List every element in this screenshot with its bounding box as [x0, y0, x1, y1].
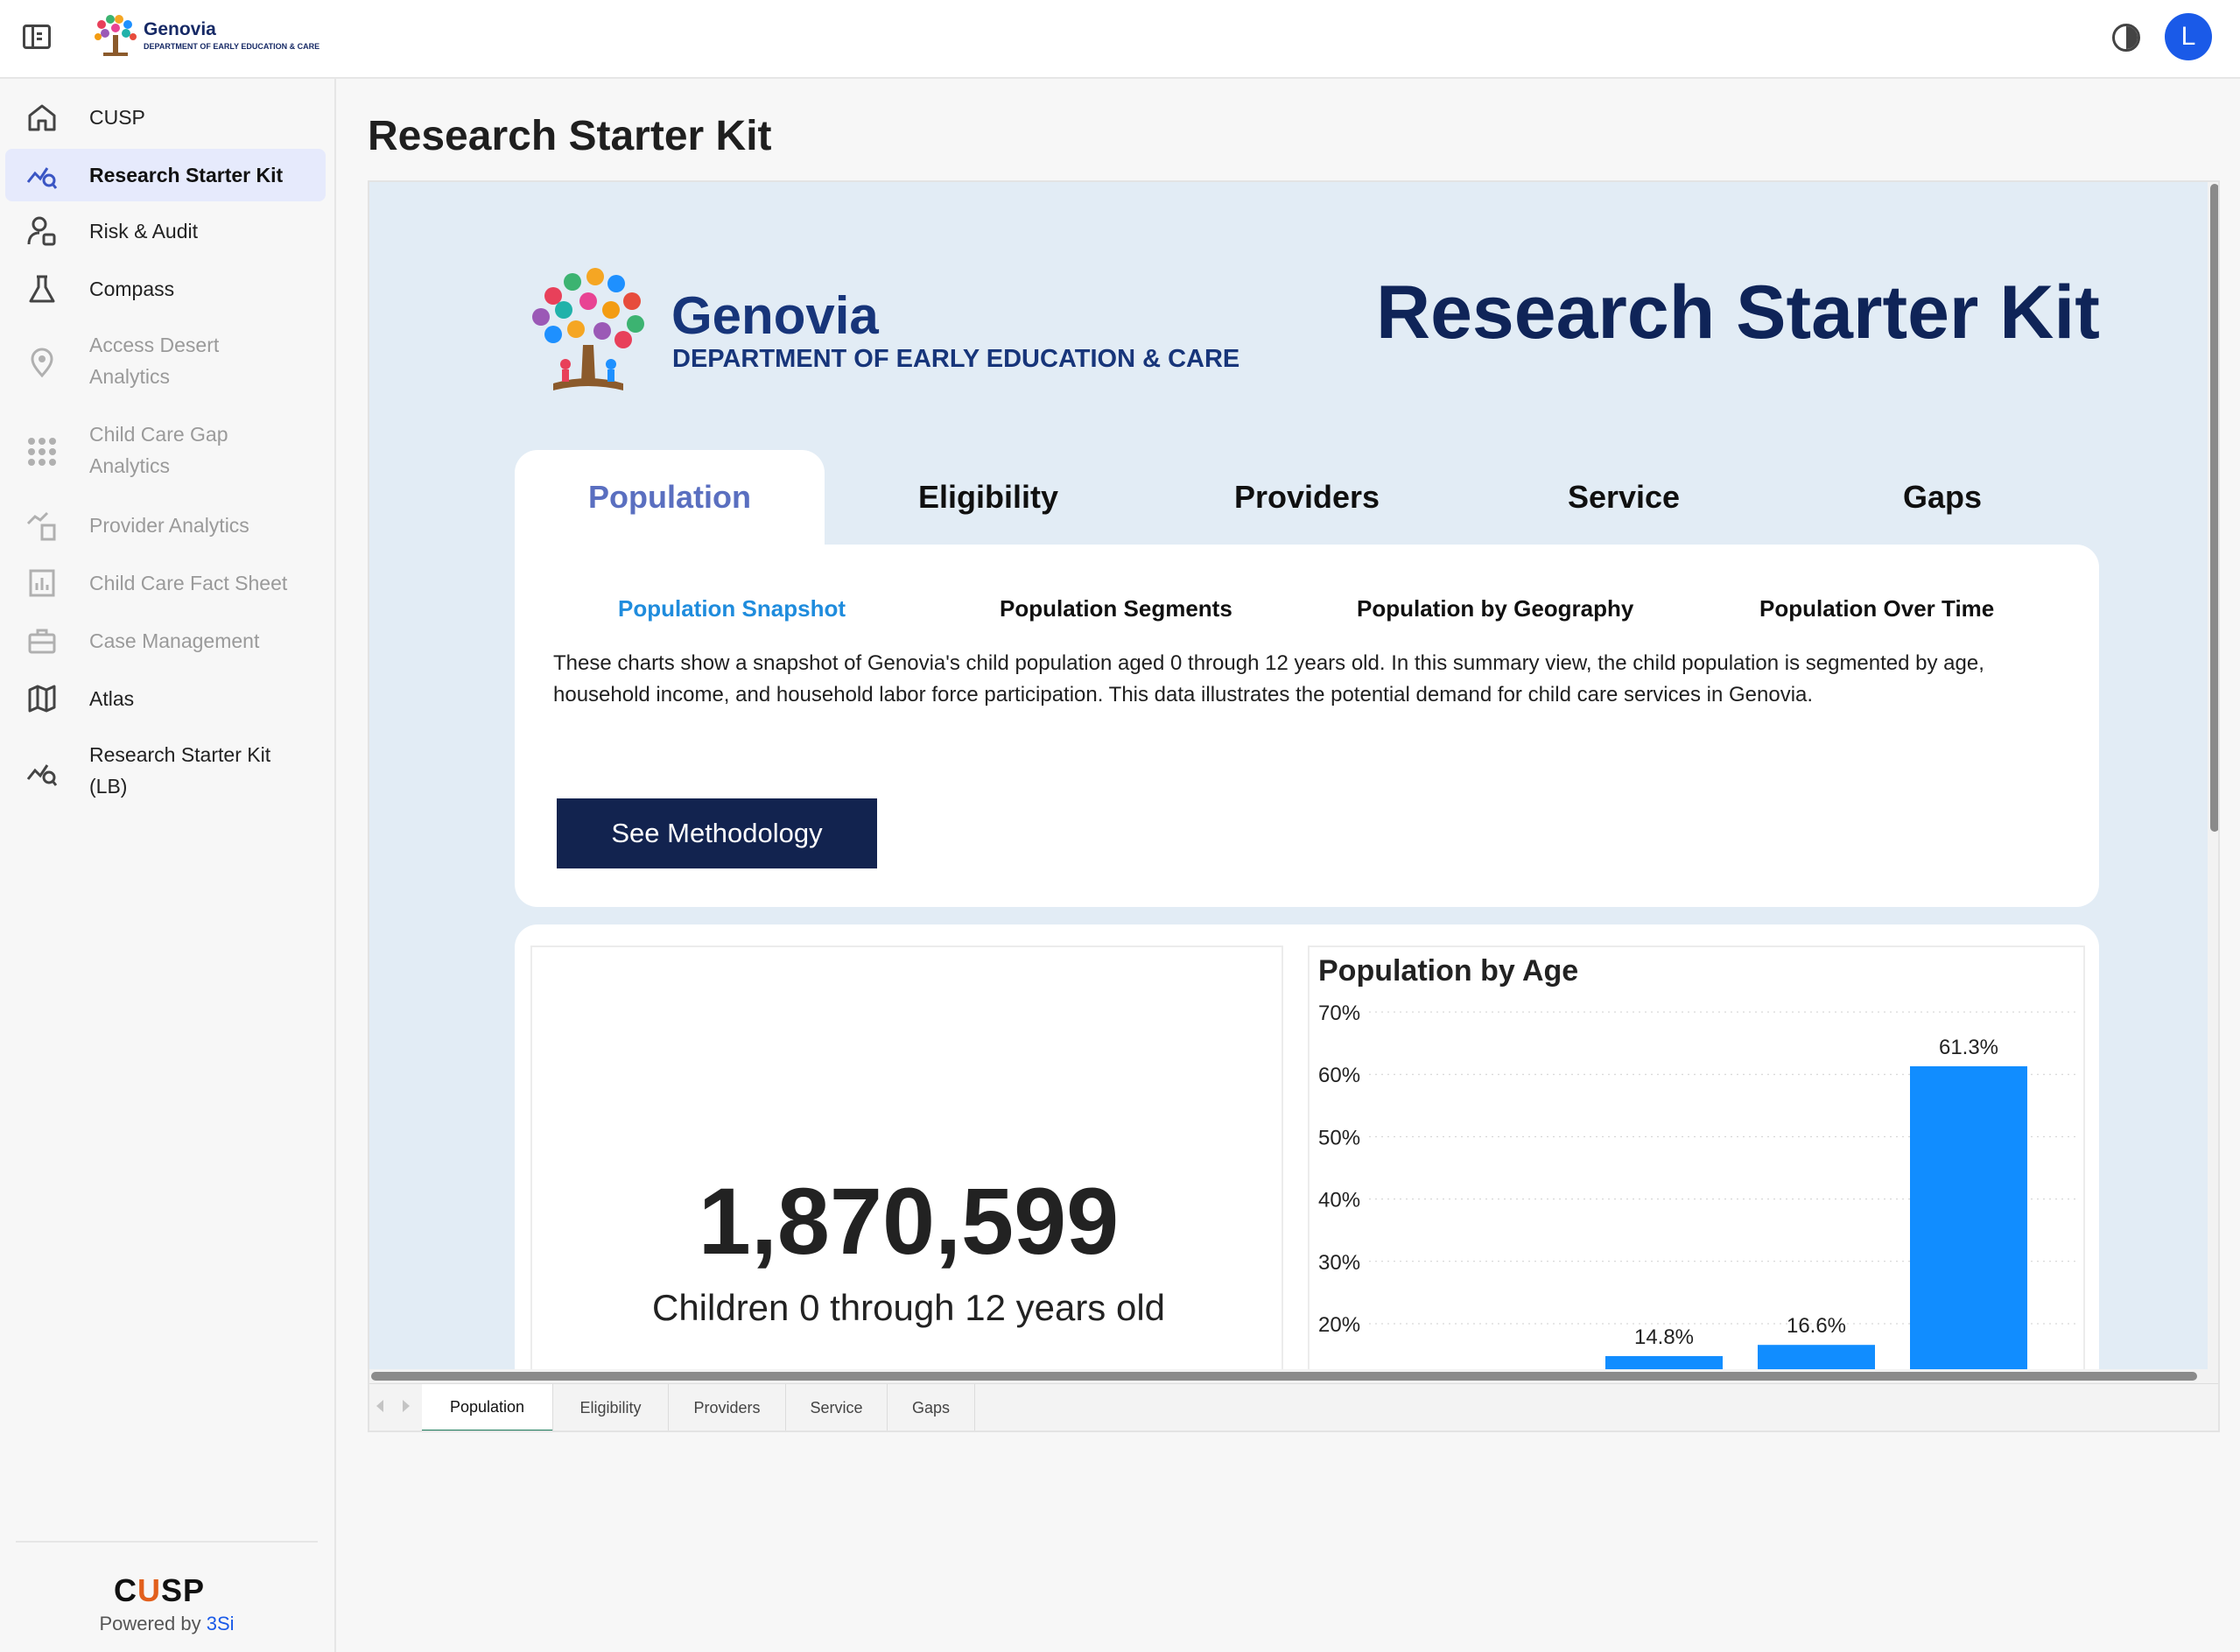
- sidebar-item-cusp[interactable]: CUSP: [5, 93, 326, 142]
- sidebar: CUSP Research Starter Kit Risk & Audit C…: [0, 79, 336, 1652]
- vertical-scroll-thumb[interactable]: [2210, 184, 2218, 832]
- sidebar-item-label: Provider Analytics: [89, 514, 249, 537]
- y-tick-label: 50%: [1318, 1126, 1360, 1149]
- sidebar-item-research-starter-kit[interactable]: Research Starter Kit: [5, 149, 326, 201]
- page-tab-providers[interactable]: Providers: [669, 1384, 786, 1431]
- page-tab-gaps[interactable]: Gaps: [888, 1384, 975, 1431]
- flask-icon: [25, 271, 60, 306]
- theme-toggle-icon[interactable]: [2112, 24, 2140, 52]
- tab-eligibility[interactable]: Eligibility: [833, 450, 1143, 545]
- chart-search-icon: [25, 755, 60, 790]
- kpi-tile: 1,870,599 Children 0 through 12 years ol…: [530, 946, 1283, 1369]
- sidebar-item-label: Atlas: [89, 687, 135, 710]
- sidebar-toggle-icon[interactable]: [23, 25, 51, 49]
- visuals-card: 1,870,599 Children 0 through 12 years ol…: [515, 924, 2099, 1369]
- sidebar-item-case-management: Case Management: [5, 616, 326, 665]
- sidebar-item-label: Case Management: [89, 629, 260, 652]
- bar[interactable]: [1910, 1065, 2027, 1369]
- y-tick-label: 20%: [1318, 1313, 1360, 1337]
- kpi-label: Children 0 through 12 years old: [651, 1287, 1166, 1328]
- subtab-population-segments[interactable]: Population Segments: [1000, 595, 1232, 622]
- data-label: 14.8%: [1634, 1325, 1694, 1349]
- user-avatar[interactable]: L: [2165, 13, 2212, 60]
- y-tick-label: 60%: [1318, 1064, 1360, 1087]
- tree-logo-icon: [532, 268, 644, 390]
- briefcase-icon: [25, 623, 60, 658]
- sidebar-item-access-desert-analytics: Access Desert Analytics: [5, 322, 326, 401]
- sidebar-item-child-care-gap-analytics: Child Care Gap Analytics: [5, 411, 326, 490]
- horizontal-scroll-thumb[interactable]: [371, 1372, 2197, 1381]
- sidebar-item-research-starter-kit-lb[interactable]: Research Starter Kit (LB): [5, 732, 326, 811]
- user-shield-icon: [25, 214, 60, 249]
- sidebar-item-label: Compass: [89, 278, 175, 300]
- subtab-population-by-geography[interactable]: Population by Geography: [1357, 595, 1633, 622]
- sidebar-item-label: Research Starter Kit (LB): [89, 743, 271, 798]
- subtab-population-over-time[interactable]: Population Over Time: [1759, 595, 1994, 622]
- population-content-card: Population Snapshot Population Segments …: [515, 545, 2099, 907]
- sidebar-item-label: Research Starter Kit: [89, 164, 284, 186]
- sidebar-item-label: Access Desert Analytics: [89, 334, 220, 388]
- report-brand: Genovia: [671, 286, 879, 345]
- report-icon: [25, 566, 60, 601]
- tab-service[interactable]: Service: [1469, 450, 1779, 545]
- bar[interactable]: [1605, 1356, 1723, 1369]
- powered-by: Powered by 3Si: [99, 1613, 235, 1634]
- horizontal-scrollbar[interactable]: [369, 1369, 2218, 1383]
- sidebar-item-label: Child Care Fact Sheet: [89, 572, 288, 594]
- sidebar-footer: CUSP Powered by 3Si: [16, 1541, 318, 1634]
- population-by-age-chart: Population by Age 20% 30% 40% 50% 60% 70% 14.8…: [1308, 946, 2085, 1369]
- y-tick-label: 70%: [1318, 1002, 1360, 1025]
- subtab-population-snapshot[interactable]: Population Snapshot: [618, 595, 846, 622]
- page-next-icon[interactable]: [403, 1400, 410, 1412]
- chart-plot: 20% 30% 40% 50% 60% 70% 14.8% 16.6% 61.3%: [1318, 1002, 2076, 1369]
- chart-building-icon: [25, 508, 60, 543]
- page-title: Research Starter Kit: [368, 113, 772, 159]
- population-description: These charts show a snapshot of Genovia'…: [553, 651, 1984, 706]
- vertical-scrollbar[interactable]: [2208, 182, 2218, 1369]
- map-icon: [25, 681, 60, 716]
- header-dept: DEPARTMENT OF EARLY EDUCATION & CARE: [144, 42, 320, 51]
- report-canvas: Genovia DEPARTMENT OF EARLY EDUCATION & …: [369, 182, 2208, 1369]
- page-tab-eligibility[interactable]: Eligibility: [553, 1384, 669, 1431]
- page-prev-icon[interactable]: [376, 1400, 383, 1412]
- bar[interactable]: [1758, 1345, 1875, 1369]
- grid-dots-icon: [25, 434, 60, 469]
- embedded-report: Genovia DEPARTMENT OF EARLY EDUCATION & …: [368, 180, 2220, 1432]
- 3si-link[interactable]: 3Si: [207, 1613, 235, 1634]
- see-methodology-button[interactable]: See Methodology: [557, 798, 877, 868]
- header-logo[interactable]: Genovia DEPARTMENT OF EARLY EDUCATION & …: [91, 12, 336, 65]
- sidebar-item-label: Child Care Gap Analytics: [89, 423, 228, 477]
- tab-gaps[interactable]: Gaps: [1787, 450, 2097, 545]
- sidebar-item-compass[interactable]: Compass: [5, 264, 326, 313]
- sidebar-item-label: CUSP: [89, 106, 145, 129]
- page-tab-service[interactable]: Service: [786, 1384, 888, 1431]
- page-tab-population[interactable]: Population: [422, 1384, 553, 1431]
- y-tick-label: 30%: [1318, 1251, 1360, 1275]
- tab-providers[interactable]: Providers: [1152, 450, 1462, 545]
- sidebar-item-label: Risk & Audit: [89, 220, 198, 243]
- home-icon: [25, 100, 60, 135]
- location-pin-icon: [25, 345, 60, 380]
- tab-population[interactable]: Population: [515, 450, 825, 545]
- top-bar: Genovia DEPARTMENT OF EARLY EDUCATION & …: [0, 0, 2240, 79]
- kpi-value: 1,870,599: [698, 1168, 1120, 1274]
- y-tick-label: 40%: [1318, 1189, 1360, 1213]
- header-brand: Genovia: [144, 19, 216, 39]
- data-label: 16.6%: [1787, 1314, 1846, 1338]
- sidebar-item-atlas[interactable]: Atlas: [5, 674, 326, 723]
- tree-logo-icon: [95, 15, 137, 56]
- sidebar-item-provider-analytics: Provider Analytics: [5, 501, 326, 550]
- report-dept: DEPARTMENT OF EARLY EDUCATION & CARE: [672, 345, 1240, 373]
- sidebar-item-risk-audit[interactable]: Risk & Audit: [5, 207, 326, 256]
- data-label: 61.3%: [1939, 1036, 1998, 1059]
- sidebar-item-child-care-fact-sheet: Child Care Fact Sheet: [5, 559, 326, 608]
- chart-search-icon: [25, 158, 60, 193]
- report-page-tabs: Population Eligibility Providers Service…: [369, 1383, 2218, 1431]
- cusp-logo: CUSP: [114, 1572, 206, 1608]
- report-title: Research Starter Kit: [1376, 271, 2100, 355]
